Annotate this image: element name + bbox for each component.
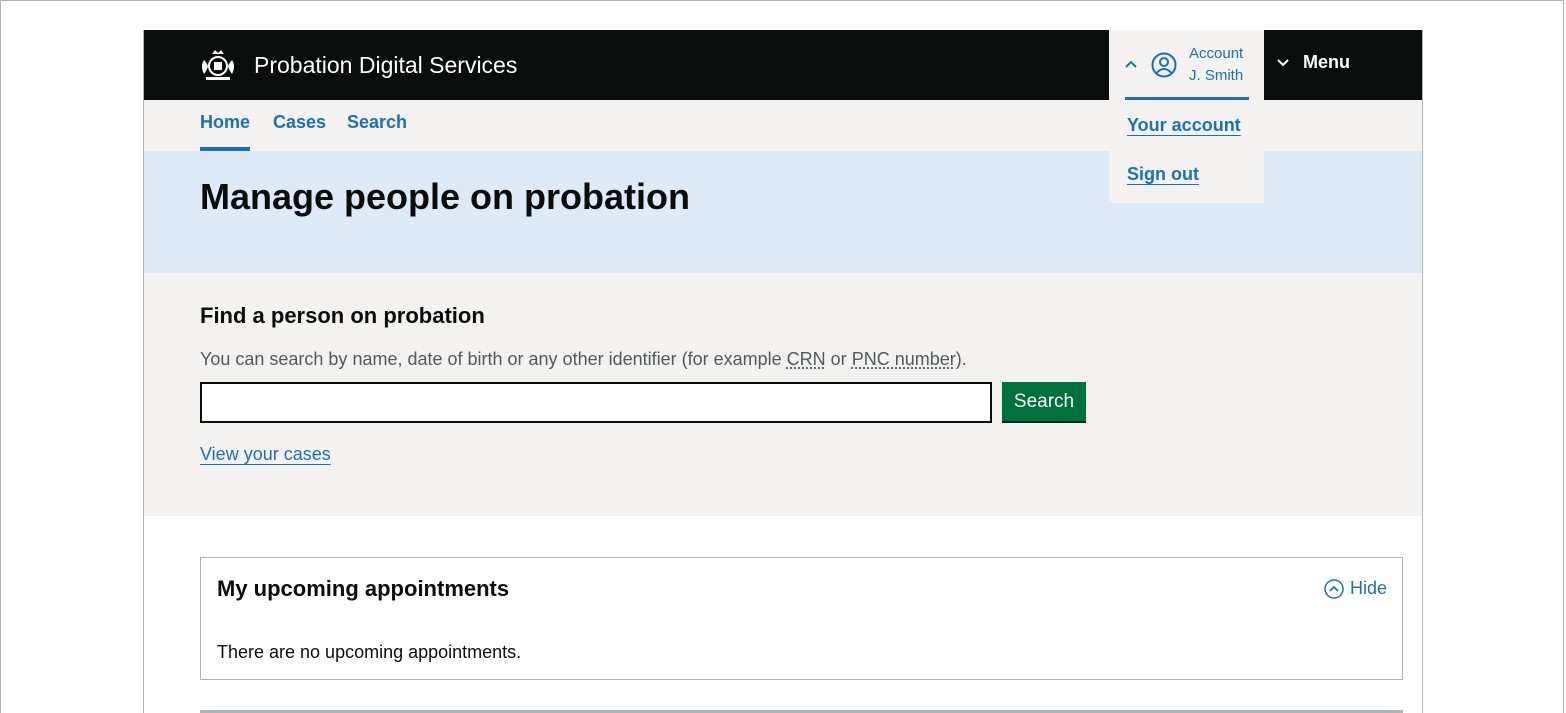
hint-prefix: You can search by name, date of birth or… [200,349,787,369]
search-heading: Find a person on probation [200,303,485,328]
chevron-up-circle-icon [1324,578,1344,599]
search-input[interactable] [200,382,992,423]
hide-label: Hide [1349,578,1387,598]
account-label: Account [1189,45,1244,62]
your-account-link[interactable]: Your account [1127,115,1241,136]
sign-out-link[interactable]: Sign out [1127,164,1199,185]
hint-mid: or [825,349,852,369]
appointments-empty-message: There are no upcoming appointments. [217,642,522,662]
account-text: Account J. Smith [1189,43,1243,87]
account-dropdown: Your account Sign out [1109,100,1264,203]
service-name[interactable]: Probation Digital Services [254,51,517,79]
search-button[interactable]: Search [1002,382,1086,421]
menu-toggle-button[interactable]: Menu [1277,52,1350,73]
nav-item-home[interactable]: Home [200,112,251,152]
view-your-cases-link[interactable]: View your cases [200,444,331,465]
menu-label: Menu [1303,52,1350,72]
pnc-abbr: PNC number [851,349,956,369]
nav-item-cases[interactable]: Cases [273,112,326,133]
crn-abbr: CRN [786,349,826,369]
site-header: Probation Digital Services Account J. Sm… [144,30,1422,100]
account-user-name: J. Smith [1189,67,1244,84]
hint-suffix: ). [955,349,967,369]
search-section: Find a person on probation You can searc… [144,273,1422,516]
search-hint: You can search by name, date of birth or… [200,347,967,371]
nav-item-search[interactable]: Search [347,112,407,133]
chevron-down-icon [1277,59,1289,67]
page: Probation Digital Services Account J. Sm… [143,30,1423,713]
account-toggle-button[interactable]: Account J. Smith [1109,30,1264,100]
appointments-title: My upcoming appointments [217,576,510,601]
upcoming-appointments-card: My upcoming appointments Hide There are … [200,557,1403,680]
hide-appointments-toggle[interactable]: Hide [1324,578,1387,599]
page-title: Manage people on probation [200,176,691,217]
crest-icon [202,50,234,80]
user-circle-icon [1151,52,1177,78]
chevron-up-icon [1125,60,1137,68]
